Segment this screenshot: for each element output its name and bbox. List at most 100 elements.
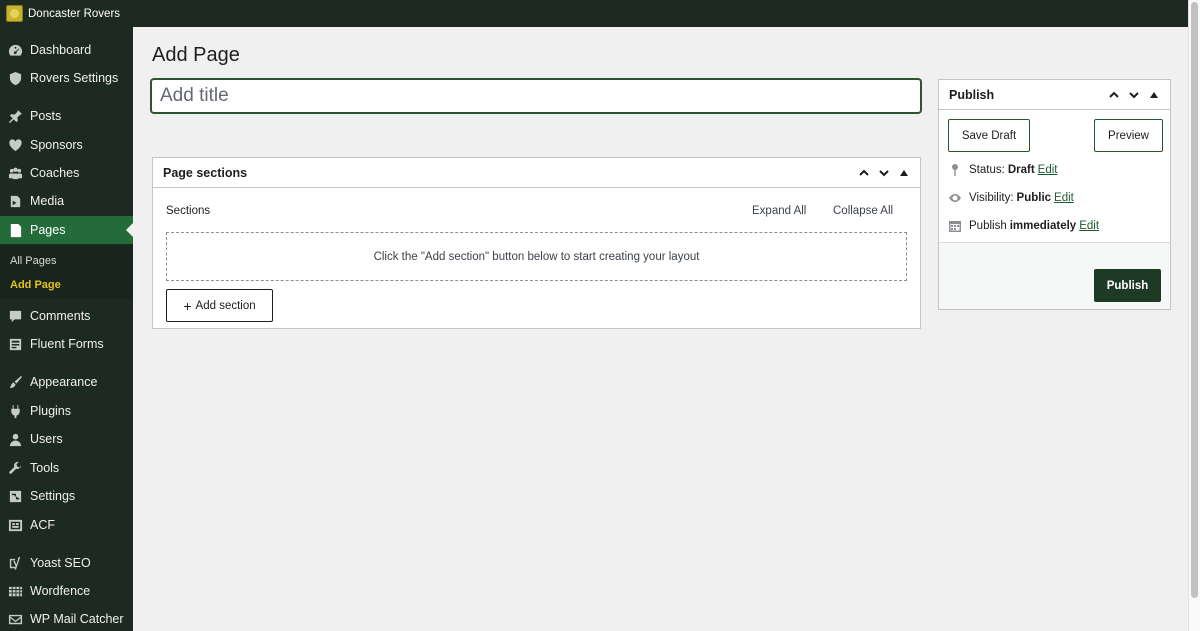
preview-button[interactable]: Preview bbox=[1094, 119, 1163, 152]
sidebar-item-rovers-settings[interactable]: Rovers Settings bbox=[0, 64, 133, 92]
expand-all-link[interactable]: Expand All bbox=[752, 205, 806, 217]
sidebar-item-label: Coaches bbox=[30, 166, 80, 180]
sidebar-item-label: Fluent Forms bbox=[30, 337, 104, 351]
toggle-panel-icon[interactable] bbox=[894, 163, 914, 183]
sidebar-item-label: Wordfence bbox=[30, 584, 91, 598]
publish-box-title: Publish bbox=[949, 87, 995, 102]
sidebar-item-label: Users bbox=[30, 432, 63, 446]
eye-icon bbox=[948, 191, 962, 205]
sidebar-item-coaches[interactable]: Coaches bbox=[0, 159, 133, 187]
sidebar-item-plugins[interactable]: Plugins bbox=[0, 397, 133, 425]
save-draft-button[interactable]: Save Draft bbox=[948, 119, 1030, 152]
move-up-icon[interactable] bbox=[1104, 85, 1124, 105]
collapse-all-link[interactable]: Collapse All bbox=[833, 205, 893, 217]
sidebar-item-label: Settings bbox=[30, 489, 76, 503]
sidebar-item-comments[interactable]: Comments bbox=[0, 302, 133, 330]
publish-header: Publish bbox=[939, 80, 1170, 110]
sidebar-item-label: Comments bbox=[30, 309, 91, 323]
edit-publish-date-link[interactable]: Edit bbox=[1079, 220, 1099, 232]
sidebar-item-label: ACF bbox=[30, 518, 55, 532]
wrench-icon bbox=[7, 460, 23, 476]
visibility-value: Public bbox=[1016, 192, 1052, 204]
yoast-icon bbox=[7, 555, 23, 571]
sidebar-item-label: Appearance bbox=[30, 375, 98, 389]
page-title: Add Page bbox=[152, 44, 240, 66]
sidebar-item-label: Media bbox=[30, 194, 65, 208]
sidebar-item-pages[interactable]: Pages bbox=[0, 216, 133, 244]
admin-sidebar: All Pages Add Page Dashboard Rovers Setti… bbox=[0, 27, 133, 631]
sidebar-item-appearance[interactable]: Appearance bbox=[0, 368, 133, 396]
move-up-icon[interactable] bbox=[854, 163, 874, 183]
site-logo-icon[interactable] bbox=[6, 5, 23, 22]
comment-icon bbox=[7, 308, 23, 324]
sidebar-item-label: Tools bbox=[30, 461, 60, 475]
add-section-label: Add section bbox=[195, 299, 256, 312]
move-down-icon[interactable] bbox=[874, 163, 894, 183]
sidebar-item-label: Posts bbox=[30, 109, 62, 123]
pin-icon bbox=[7, 108, 23, 124]
groups-icon bbox=[7, 165, 23, 181]
sidebar-item-label: Sponsors bbox=[30, 138, 83, 152]
edit-status-link[interactable]: Edit bbox=[1038, 164, 1058, 176]
status-label: Status: bbox=[969, 164, 1005, 176]
publish-date-row: Publish immediately Edit bbox=[948, 219, 1099, 233]
move-down-icon[interactable] bbox=[1124, 85, 1144, 105]
sidebar-item-label: Pages bbox=[30, 223, 66, 237]
calendar-icon bbox=[948, 219, 962, 233]
sidebar-item-wp-mail-catcher[interactable]: WP Mail Catcher bbox=[0, 605, 133, 631]
sidebar-item-wordfence[interactable]: Wordfence bbox=[0, 577, 133, 605]
add-section-button[interactable]: + Add section bbox=[166, 289, 273, 322]
site-name-link[interactable]: Doncaster Rovers bbox=[28, 8, 120, 20]
publish-button[interactable]: Publish bbox=[1094, 269, 1161, 302]
sidebar-item-fluent-forms[interactable]: Fluent Forms bbox=[0, 330, 133, 358]
submenu-item-all-pages[interactable]: All Pages bbox=[10, 255, 56, 267]
visibility-row: Visibility: Public Edit bbox=[948, 191, 1074, 205]
sidebar-item-label: Rovers Settings bbox=[30, 71, 119, 85]
publishing-actions: Publish bbox=[939, 242, 1170, 309]
sidebar-item-label: Dashboard bbox=[30, 43, 92, 57]
acf-icon bbox=[7, 517, 23, 533]
form-icon bbox=[7, 336, 23, 352]
sidebar-item-dashboard[interactable]: Dashboard bbox=[0, 36, 133, 64]
sidebar-item-label: Plugins bbox=[30, 404, 71, 418]
settings-icon bbox=[7, 488, 23, 504]
status-row: Status: Draft Edit bbox=[948, 163, 1057, 177]
pin-icon bbox=[948, 163, 962, 177]
plug-icon bbox=[7, 403, 23, 419]
sections-label: Sections bbox=[166, 205, 211, 217]
publish-handle-actions bbox=[1104, 85, 1164, 105]
edit-visibility-link[interactable]: Edit bbox=[1054, 192, 1074, 204]
publish-box: Publish Save Draft Preview Status: Draft… bbox=[938, 79, 1171, 310]
sections-empty-message: Click the "Add section" button below to … bbox=[373, 250, 700, 263]
admin-bar: Doncaster Rovers bbox=[0, 0, 1188, 27]
brush-icon bbox=[7, 374, 23, 390]
visibility-label: Visibility: bbox=[969, 192, 1014, 204]
sidebar-item-acf[interactable]: ACF bbox=[0, 511, 133, 539]
sidebar-item-settings[interactable]: Settings bbox=[0, 482, 133, 510]
submenu-item-add-page[interactable]: Add Page bbox=[10, 279, 61, 291]
user-icon bbox=[7, 431, 23, 447]
sidebar-item-yoast-seo[interactable]: Yoast SEO bbox=[0, 549, 133, 577]
sidebar-item-label: Yoast SEO bbox=[30, 556, 91, 570]
scroll-thumb[interactable] bbox=[1191, 2, 1198, 598]
heart-icon bbox=[7, 137, 23, 153]
sidebar-item-label: WP Mail Catcher bbox=[30, 612, 124, 626]
sidebar-item-posts[interactable]: Posts bbox=[0, 102, 133, 130]
publish-date-value: immediately bbox=[1009, 220, 1077, 232]
mail-icon bbox=[7, 611, 23, 627]
status-value: Draft bbox=[1007, 164, 1035, 176]
toggle-panel-icon[interactable] bbox=[1144, 85, 1164, 105]
post-title-input[interactable] bbox=[151, 79, 921, 113]
sidebar-item-sponsors[interactable]: Sponsors bbox=[0, 131, 133, 159]
sidebar-item-tools[interactable]: Tools bbox=[0, 454, 133, 482]
sections-empty-placeholder: Click the "Add section" button below to … bbox=[166, 232, 907, 281]
page-sections-title: Page sections bbox=[163, 165, 248, 180]
page-scrollbar[interactable] bbox=[1188, 0, 1200, 631]
sidebar-item-users[interactable]: Users bbox=[0, 425, 133, 453]
page-sections-box: Page sections Sections Expand All Collap… bbox=[152, 157, 921, 329]
dashboard-icon bbox=[7, 42, 23, 58]
shield-icon bbox=[7, 70, 23, 86]
page-icon bbox=[7, 222, 23, 238]
sidebar-item-media[interactable]: Media bbox=[0, 187, 133, 215]
wordfence-icon bbox=[7, 583, 23, 599]
